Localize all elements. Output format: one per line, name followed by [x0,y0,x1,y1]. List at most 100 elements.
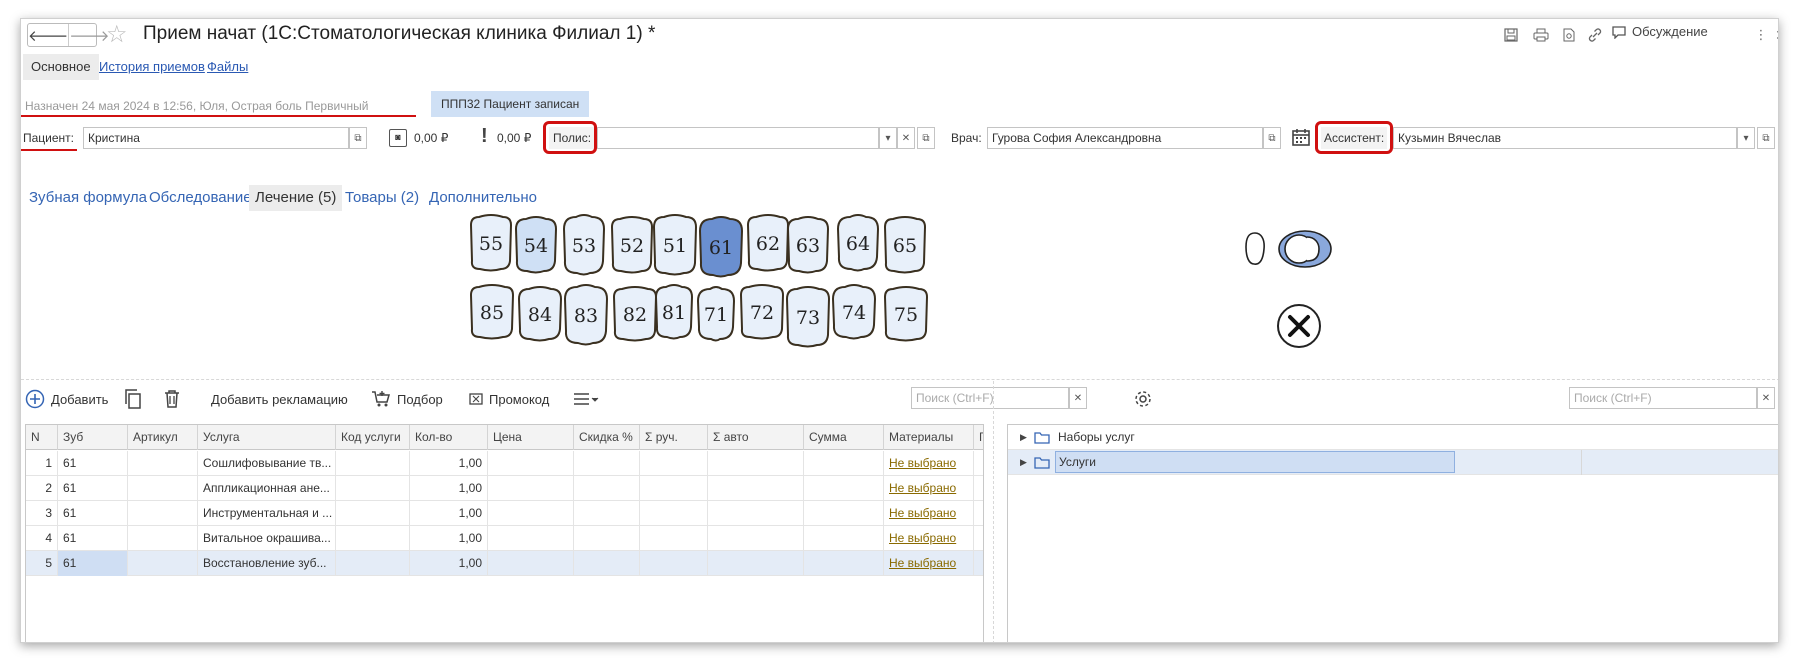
cell-n: 1 [26,451,58,476]
safe-icon[interactable]: ◙ [389,129,407,147]
column-header-service[interactable]: Услуга [198,425,336,450]
table-row[interactable]: 5 61 Восстановление зуб... 1,00 Не выбрано [26,551,983,576]
calendar-icon[interactable] [1291,127,1311,150]
expand-arrow-icon[interactable]: ▶ [1020,425,1027,450]
policy-clear-icon[interactable]: ✕ [897,127,915,149]
more-actions-button[interactable] [573,387,599,411]
tooth-61[interactable]: 61 [698,216,744,278]
tooth-62[interactable]: 62 [746,214,790,272]
tooth-55[interactable]: 55 [469,214,513,272]
tab-dental-formula[interactable]: Зубная формула [23,185,153,211]
tooth-75[interactable]: 75 [883,286,929,342]
table-row[interactable]: 4 61 Витальное окрашива... 1,00 Не выбрано [26,526,983,551]
tab-history[interactable]: История приемов [91,54,213,80]
tooth-63[interactable]: 63 [786,216,830,274]
expand-arrow-icon[interactable]: ▶ [1020,450,1027,475]
tooth-65[interactable]: 65 [883,216,927,274]
preview-icon[interactable] [1559,25,1579,45]
link-icon[interactable] [1585,25,1605,45]
more-menu-icon[interactable]: ⋮ [1751,25,1771,45]
tooth-72[interactable]: 72 [739,284,785,340]
policy-field[interactable] [597,127,879,149]
tab-files[interactable]: Файлы [199,54,256,80]
tooth-84[interactable]: 84 [517,286,563,342]
status-badge[interactable]: ППП32 Пациент записан [431,91,590,117]
doctor-field[interactable]: Гурова София Александровна [987,127,1263,149]
tree-row-service-sets[interactable]: ▶ Наборы услуг [1008,425,1778,450]
tooth-51[interactable]: 51 [652,214,698,276]
column-header-code[interactable]: Код услуги [336,425,410,450]
tree-item-label: Услуги [1055,451,1455,473]
table-row[interactable]: 3 61 Инструментальная и ... 1,00 Не выбрано [26,501,983,526]
save-icon[interactable] [1501,25,1521,45]
tree-col-divider [1581,450,1582,475]
column-header-article[interactable]: Артикул [128,425,198,450]
table-row[interactable]: 1 61 Сошлифовывание тв... 1,00 Не выбрано [26,451,983,476]
tooth-53[interactable]: 53 [562,214,606,276]
table-search-input[interactable]: Поиск (Ctrl+F) [911,387,1069,409]
chat-icon [1612,25,1626,39]
column-header-sum[interactable]: Сумма [804,425,884,450]
cell-materials[interactable]: Не выбрано [884,526,974,551]
policy-open-icon[interactable]: ⧉ [917,127,935,149]
tooth-surface-small[interactable] [1245,232,1265,265]
tooth-81[interactable]: 81 [654,284,694,340]
column-header-n[interactable]: N [26,425,58,450]
column-header-warranty[interactable]: Гара [974,425,983,450]
column-header-price[interactable]: Цена [488,425,574,450]
tooth-number: 65 [893,235,917,257]
table-search-clear-icon[interactable]: ✕ [1069,387,1087,409]
tree-search-input[interactable]: Поиск (Ctrl+F) [1569,387,1757,409]
tree-row-services[interactable]: ▶ Услуги [1008,450,1778,475]
promo-button[interactable]: Промокод [469,387,549,411]
patient-open-icon[interactable]: ⧉ [349,127,367,149]
column-header-sum-auto[interactable]: Σ авто [708,425,804,450]
tooth-52[interactable]: 52 [610,216,654,274]
tab-main[interactable]: Основное [23,54,99,80]
cell-materials[interactable]: Не выбрано [884,451,974,476]
print-icon[interactable] [1531,25,1551,45]
column-header-sum-manual[interactable]: Σ руч. [640,425,708,450]
favorite-star-icon[interactable]: ☆ [106,20,128,49]
assistant-dropdown-icon[interactable]: ▾ [1737,127,1755,149]
close-circle-icon[interactable] [1275,302,1323,350]
doctor-open-icon[interactable]: ⧉ [1263,127,1281,149]
add-claim-button[interactable]: Добавить рекламацию [211,387,348,411]
tooth-54[interactable]: 54 [514,216,558,274]
doctor-label: Врач: [951,131,982,145]
tooth-82[interactable]: 82 [612,286,658,342]
copy-button[interactable] [123,387,143,411]
pick-button[interactable]: Подбор [371,387,443,411]
tooth-74[interactable]: 74 [831,284,877,340]
tab-additional[interactable]: Дополнительно [423,185,543,211]
patient-field[interactable]: Кристина [83,127,349,149]
assistant-field[interactable]: Кузьмин Вячеслав [1393,127,1737,149]
forward-arrow-icon[interactable]: 🡒 [68,24,109,46]
column-header-qty[interactable]: Кол-во [410,425,488,450]
table-row[interactable]: 2 61 Аппликационная ане... 1,00 Не выбрано [26,476,983,501]
cell-materials[interactable]: Не выбрано [884,551,974,576]
assistant-open-icon[interactable]: ⧉ [1757,127,1775,149]
close-icon[interactable]: ✕ [1771,25,1778,45]
cell-materials[interactable]: Не выбрано [884,476,974,501]
policy-dropdown-icon[interactable]: ▾ [879,127,897,149]
column-header-materials[interactable]: Материалы [884,425,974,450]
tab-goods[interactable]: Товары (2) [339,185,425,211]
tree-search-clear-icon[interactable]: ✕ [1757,387,1775,409]
cell-materials[interactable]: Не выбрано [884,501,974,526]
add-button[interactable]: Добавить [25,387,108,411]
discuss-button[interactable]: Обсуждение [1611,24,1708,39]
tab-treatment[interactable]: Лечение (5) [249,185,343,211]
tab-examination[interactable]: Обследование [143,185,258,211]
back-arrow-icon[interactable]: 🡐 [28,24,68,46]
settings-button[interactable] [1133,387,1153,411]
cell-qty: 1,00 [410,551,488,576]
tooth-64[interactable]: 64 [836,214,880,272]
tooth-71[interactable]: 71 [696,286,736,342]
tooth-73[interactable]: 73 [785,286,831,348]
delete-button[interactable] [163,387,181,411]
column-header-discount[interactable]: Скидка % [574,425,640,450]
column-header-tooth[interactable]: Зуб [58,425,128,450]
tooth-85[interactable]: 85 [469,284,515,340]
tooth-83[interactable]: 83 [563,284,609,346]
